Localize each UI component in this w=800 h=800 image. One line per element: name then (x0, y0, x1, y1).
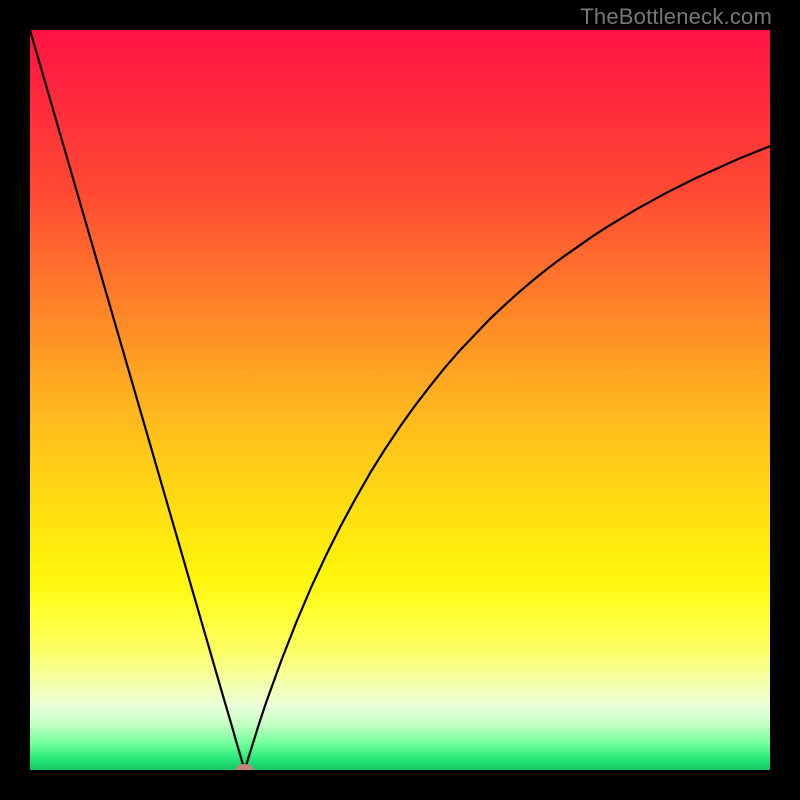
plot-area (30, 30, 770, 770)
chart-svg (30, 30, 770, 770)
watermark-text: TheBottleneck.com (580, 4, 772, 30)
chart-frame: TheBottleneck.com (0, 0, 800, 800)
gradient-background (30, 30, 770, 770)
